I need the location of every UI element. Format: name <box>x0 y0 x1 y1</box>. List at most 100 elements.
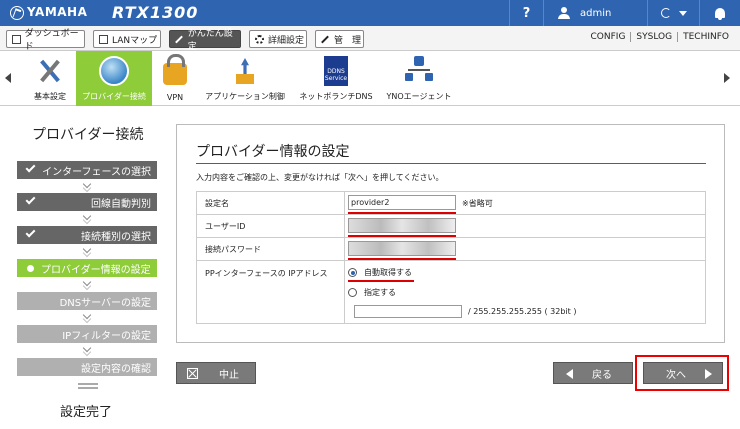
bell-icon <box>715 8 725 20</box>
step-connection-type: 接続種別の選択 <box>17 226 157 244</box>
close-icon <box>187 368 198 379</box>
ip-manual-option[interactable]: 指定する <box>348 287 396 298</box>
menu-app-control[interactable]: アプリケーション制御 <box>200 51 290 106</box>
step-label: 回線自動判別 <box>91 198 151 210</box>
notification-button[interactable] <box>699 0 740 26</box>
menu-label: 基本設定 <box>34 92 66 101</box>
table-row: PPインターフェースの IPアドレス 自動取得する 指定する / 255.255… <box>197 261 705 323</box>
step-label: IPフィルターの設定 <box>62 330 151 342</box>
panel-description: 入力内容をご確認の上、変更がなければ「次へ」を押してください。 <box>196 173 444 182</box>
table-row: 接続パスワード <box>197 238 705 261</box>
status-dropdown[interactable] <box>647 0 699 26</box>
field-label: 設定名 <box>197 192 345 214</box>
yamaha-logo-icon <box>10 6 24 20</box>
brand-name: YAMAHA <box>27 5 88 19</box>
config-link[interactable]: CONFIG <box>586 32 631 42</box>
globe-icon <box>99 56 129 86</box>
arrow-left-icon <box>566 369 573 379</box>
dashboard-icon <box>12 34 21 44</box>
tab-label: LANマップ <box>112 35 158 46</box>
back-button[interactable]: 戻る <box>553 362 633 384</box>
gear-icon <box>255 34 264 44</box>
radio-label: 自動取得する <box>364 268 412 277</box>
setting-name-input[interactable]: provider2 <box>348 195 456 210</box>
field-label: 接続パスワード <box>197 238 345 260</box>
menu-label: VPN <box>166 93 184 102</box>
provider-info-panel: プロバイダー情報の設定 入力内容をご確認の上、変更がなければ「次へ」を押してくだ… <box>176 124 725 343</box>
tab-label: かんたん設定 <box>187 29 233 52</box>
button-label: 中止 <box>219 369 239 381</box>
step-provider-info: プロバイダー情報の設定 <box>17 259 157 277</box>
button-label: 次へ <box>666 369 686 381</box>
user-icon <box>558 7 570 19</box>
menu-provider-connection[interactable]: プロバイダー接続 <box>76 51 152 106</box>
techinfo-link[interactable]: TECHINFO <box>677 32 734 42</box>
user-id-input[interactable] <box>348 218 456 233</box>
wizard-title: プロバイダー接続 <box>32 127 144 143</box>
user-name: admin <box>580 7 612 19</box>
user-menu[interactable]: admin <box>543 0 647 26</box>
main-tabs: ダッシュボード LANマップ かんたん設定 詳細設定 管 理 CONFIG SY… <box>0 26 740 52</box>
arrow-right-icon <box>705 369 712 379</box>
step-interface-select: インターフェースの選択 <box>17 161 157 179</box>
step-label: プロバイダー情報の設定 <box>41 264 151 276</box>
radio-label: 指定する <box>364 288 396 297</box>
menu-label: YNOエージェント <box>386 92 452 101</box>
tab-lanmap[interactable]: LANマップ <box>93 30 161 48</box>
panel-title: プロバイダー情報の設定 <box>196 144 350 160</box>
syslog-link[interactable]: SYSLOG <box>630 32 677 42</box>
highlight-underline <box>348 212 456 214</box>
highlight-underline <box>348 280 414 282</box>
menu-label: アプリケーション制御 <box>205 92 285 101</box>
menu-vpn[interactable]: VPN <box>154 51 196 106</box>
check-icon <box>25 227 36 238</box>
menu-label: プロバイダー接続 <box>82 92 146 101</box>
ip-auto-option[interactable]: 自動取得する <box>348 267 412 278</box>
menu-scroll-left-icon[interactable] <box>5 73 11 83</box>
menu-basic-settings[interactable]: 基本設定 <box>26 51 74 106</box>
tab-management[interactable]: 管 理 <box>315 30 364 48</box>
highlight-underline <box>348 258 456 260</box>
menu-netvolante-dns[interactable]: DDNS Service ネットボランチDNS <box>294 51 378 106</box>
table-row: ユーザーID <box>197 215 705 238</box>
menu-scroll-right-icon[interactable] <box>724 73 730 83</box>
password-input[interactable] <box>348 241 456 256</box>
lock-icon <box>163 54 187 85</box>
step-dns-server: DNSサーバーの設定 <box>17 292 157 310</box>
step-ip-filter: IPフィルターの設定 <box>17 325 157 343</box>
tab-label: 管 理 <box>334 35 362 46</box>
ip-address-input[interactable] <box>354 305 462 318</box>
tab-dashboard[interactable]: ダッシュボード <box>6 29 85 52</box>
app-control-icon <box>230 56 260 86</box>
menu-label: ネットボランチDNS <box>299 92 373 101</box>
field-label: PPインターフェースの IPアドレス <box>197 261 345 323</box>
model-name: RTX1300 <box>112 3 199 22</box>
table-row: 設定名 provider2 ※省略可 <box>197 192 705 215</box>
tab-easy-setup[interactable]: かんたん設定 <box>169 29 241 52</box>
title-divider <box>196 163 706 164</box>
radio-selected-icon[interactable] <box>348 268 357 277</box>
wrench-icon <box>321 35 330 44</box>
loading-icon <box>660 8 671 18</box>
tools-icon <box>35 56 65 86</box>
optional-note: ※省略可 <box>462 199 493 208</box>
tab-label: 詳細設定 <box>268 35 305 46</box>
radio-icon[interactable] <box>348 288 357 297</box>
menu-yno-agent[interactable]: YNOエージェント <box>382 51 456 106</box>
step-label: 接続種別の選択 <box>81 231 151 243</box>
lanmap-icon <box>99 34 108 44</box>
settings-table: 設定名 provider2 ※省略可 ユーザーID 接続パスワード PPインター… <box>196 191 706 324</box>
step-complete: 設定完了 <box>60 405 113 420</box>
step-line-detection: 回線自動判別 <box>17 193 157 211</box>
network-icon <box>404 56 434 86</box>
top-header: YAMAHA RTX1300 ? admin <box>0 0 740 26</box>
step-label: DNSサーバーの設定 <box>59 297 151 309</box>
ddns-icon: DDNS Service <box>324 56 348 86</box>
tab-label: ダッシュボード <box>24 29 79 52</box>
help-button[interactable]: ? <box>509 0 543 26</box>
tab-advanced[interactable]: 詳細設定 <box>249 30 307 48</box>
step-label: 設定内容の確認 <box>81 363 151 375</box>
button-label: 戻る <box>592 369 612 381</box>
next-button[interactable]: 次へ <box>643 362 723 384</box>
cancel-button[interactable]: 中止 <box>176 362 256 384</box>
